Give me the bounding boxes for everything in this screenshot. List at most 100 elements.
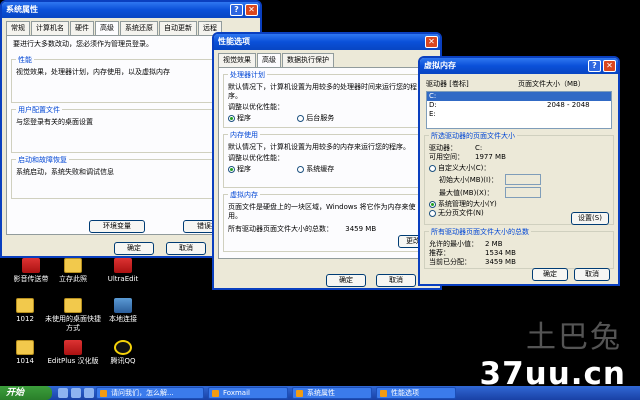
window-title: 性能选项 bbox=[218, 37, 250, 46]
radio-label: 自定义大小(C)： bbox=[438, 164, 491, 172]
group-desc: 默认情况下，计算机设置为用较多的内存来运行您的程序。 bbox=[228, 143, 410, 151]
recommended-label: 推荐： bbox=[429, 249, 450, 257]
radio-label: 程序 bbox=[237, 165, 251, 173]
radio-label: 系统缓存 bbox=[306, 165, 335, 173]
folder-icon bbox=[64, 298, 82, 313]
cancel-button[interactable]: 取消 bbox=[376, 274, 416, 287]
group-legend: 虚拟内存 bbox=[228, 190, 260, 200]
performance-options-window: 性能选项 ✕ 视觉效果 高级 数据执行保护 处理器计划 默认情况下，计算机设置为… bbox=[212, 32, 442, 290]
group-legend: 性能 bbox=[16, 55, 34, 65]
ok-button[interactable]: 确定 bbox=[532, 268, 568, 281]
tab-advanced[interactable]: 高级 bbox=[95, 21, 119, 35]
radio-label: 程序 bbox=[237, 114, 251, 122]
folder-icon bbox=[16, 298, 34, 313]
title-bar[interactable]: 系统属性 ? ✕ bbox=[2, 2, 260, 18]
ok-button[interactable]: 确定 bbox=[114, 242, 154, 255]
taskbar: 开始 请问我们，怎么解... Foxmail 系统属性 性能选项 bbox=[0, 386, 640, 400]
desktop-icon-label: 腾讯QQ bbox=[110, 357, 136, 365]
group-legend: 用户配置文件 bbox=[16, 105, 62, 115]
recommended-value: 1534 MB bbox=[485, 249, 516, 257]
max-size-input[interactable] bbox=[505, 187, 541, 198]
group-legend: 内存使用 bbox=[228, 130, 260, 140]
no-paging-radio[interactable] bbox=[429, 209, 436, 217]
window-title: 系统属性 bbox=[6, 5, 38, 14]
network-icon bbox=[114, 298, 132, 313]
mem-cache-radio[interactable] bbox=[297, 165, 305, 173]
drive-cell: C: bbox=[429, 92, 437, 100]
desktop-icon[interactable]: 本地连接 bbox=[92, 298, 154, 324]
qq-icon bbox=[114, 340, 132, 355]
desktop: 影音传送带 立存此照 UltraEdit 1012 未使用的桌面快捷方式 本地连… bbox=[0, 0, 640, 400]
min-value: 2 MB bbox=[485, 240, 503, 248]
folder-icon bbox=[64, 258, 82, 273]
initial-size-input[interactable] bbox=[505, 174, 541, 185]
group-legend: 所选驱动器的页面文件大小 bbox=[429, 131, 517, 141]
tab-strip: 视觉效果 高级 数据执行保护 bbox=[214, 50, 440, 67]
size-cell: 2048 - 2048 bbox=[547, 101, 590, 109]
cancel-button[interactable]: 取消 bbox=[574, 268, 610, 281]
env-vars-button[interactable]: 环境变量 bbox=[89, 220, 145, 233]
max-size-label: 最大值(MB)(X)： bbox=[439, 188, 494, 197]
drive-row[interactable]: C: bbox=[427, 92, 611, 101]
adjust-label: 调整以优化性能： bbox=[228, 154, 284, 162]
memory-usage-group: 内存使用 默认情况下，计算机设置为用较多的内存来运行您的程序。 调整以优化性能：… bbox=[223, 130, 431, 188]
title-bar[interactable]: 性能选项 ✕ bbox=[214, 34, 440, 50]
taskbar-item[interactable]: 系统属性 bbox=[292, 387, 372, 399]
cpu-programs-radio[interactable] bbox=[228, 114, 235, 122]
current-value: 3459 MB bbox=[485, 258, 516, 266]
tab-visual-effects[interactable]: 视觉效果 bbox=[218, 53, 256, 67]
ok-button[interactable]: 确定 bbox=[326, 274, 366, 287]
mem-programs-radio[interactable] bbox=[228, 165, 235, 173]
close-button[interactable]: ✕ bbox=[603, 60, 616, 72]
tab-dep[interactable]: 数据执行保护 bbox=[282, 53, 334, 67]
drive-row[interactable]: E: bbox=[427, 110, 611, 119]
adjust-label: 调整以优化性能： bbox=[228, 103, 284, 111]
tab-computer-name[interactable]: 计算机名 bbox=[31, 21, 69, 35]
drive-list[interactable]: C: D: 2048 - 2048 E: bbox=[426, 91, 612, 129]
tab-system-restore[interactable]: 系统还原 bbox=[120, 21, 158, 35]
desktop-icon[interactable]: 腾讯QQ bbox=[92, 340, 154, 366]
radio-label: 后台服务 bbox=[306, 114, 335, 122]
tab-general[interactable]: 常规 bbox=[6, 21, 30, 35]
title-bar[interactable]: 虚拟内存 ? ✕ bbox=[420, 58, 618, 74]
group-legend: 所有驱动器页面文件大小的总数 bbox=[429, 227, 531, 237]
space-label: 可用空间： bbox=[429, 153, 464, 161]
start-button[interactable]: 开始 bbox=[0, 386, 52, 400]
close-button[interactable]: ✕ bbox=[425, 36, 438, 48]
app-icon bbox=[64, 340, 82, 355]
set-button[interactable]: 设置(S) bbox=[571, 212, 609, 225]
cancel-button[interactable]: 取消 bbox=[166, 242, 206, 255]
window-title: 虚拟内存 bbox=[424, 61, 456, 70]
custom-size-radio[interactable] bbox=[429, 164, 436, 172]
drive-cell: D: bbox=[429, 101, 437, 109]
taskbar-item[interactable]: Foxmail bbox=[208, 387, 288, 399]
help-button[interactable]: ? bbox=[588, 60, 601, 72]
taskbar-item[interactable]: 性能选项 bbox=[376, 387, 456, 399]
drive-row[interactable]: D: 2048 - 2048 bbox=[427, 101, 611, 110]
group-desc: 默认情况下，计算机设置为用较多的处理器时间来运行您的程序。 bbox=[228, 83, 417, 100]
quick-launch bbox=[58, 388, 94, 398]
ie-icon[interactable] bbox=[58, 388, 68, 398]
system-managed-radio[interactable] bbox=[429, 200, 436, 208]
help-button[interactable]: ? bbox=[230, 4, 243, 16]
drive-label: 驱动器： bbox=[429, 144, 457, 152]
desktop-icon-label: UltraEdit bbox=[107, 275, 139, 283]
current-label: 当前已分配： bbox=[429, 258, 471, 266]
radio-label: 无分页文件(N) bbox=[438, 209, 484, 217]
virtual-memory-window: 虚拟内存 ? ✕ 驱动器 [卷标] 页面文件大小（MB） C: D: 2048 -… bbox=[418, 56, 620, 286]
cpu-background-radio[interactable] bbox=[297, 114, 305, 122]
drive-column-header: 驱动器 [卷标] bbox=[426, 80, 469, 88]
desktop-icon[interactable] bbox=[71, 388, 81, 398]
tab-auto-update[interactable]: 自动更新 bbox=[159, 21, 197, 35]
group-legend: 处理器计划 bbox=[228, 70, 267, 80]
desktop-icon[interactable]: UltraEdit bbox=[92, 258, 154, 284]
app-icon bbox=[114, 258, 132, 273]
tab-advanced[interactable]: 高级 bbox=[257, 53, 281, 67]
close-button[interactable]: ✕ bbox=[245, 4, 258, 16]
taskbar-item[interactable]: 请问我们，怎么解... bbox=[96, 387, 204, 399]
tab-hardware[interactable]: 硬件 bbox=[70, 21, 94, 35]
group-desc: 页面文件是硬盘上的一块区域，Windows 将它作为内存来使用。 bbox=[228, 203, 416, 220]
watermark-logo: 土巴兔 bbox=[526, 320, 622, 355]
initial-size-label: 初始大小(MB)(I)： bbox=[439, 175, 498, 184]
media-icon[interactable] bbox=[84, 388, 94, 398]
